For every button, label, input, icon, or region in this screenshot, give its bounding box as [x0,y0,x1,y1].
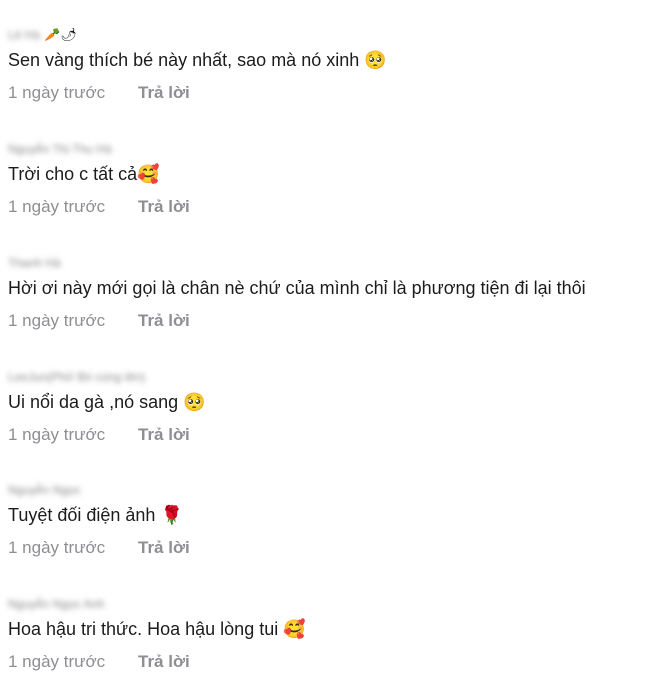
comment-meta: 1 ngày trước Trả lời [8,82,190,104]
comment-author[interactable]: Nguyễn Ngọc [8,481,85,499]
comment-text: Sen vàng thích bé này nhất, sao mà nó xi… [8,50,387,70]
comment-meta: 1 ngày trước Trả lời [8,651,190,673]
comment-author[interactable]: Lê Hà 🥕🌶 [8,26,77,44]
author-emoji-icon: 🥕🌶 [44,27,77,42]
reply-button[interactable]: Trả lời [138,537,190,559]
comment-meta: 1 ngày trước Trả lời [8,424,190,446]
comment-author[interactable]: Thanh Hà [8,254,65,272]
comment-timestamp: 1 ngày trước [8,311,106,330]
author-name-blurred[interactable]: LeeJun(Phở Bò cùng tên) [8,368,145,386]
comment-timestamp: 1 ngày trước [8,652,106,671]
comment-timestamp: 1 ngày trước [8,538,106,557]
comment-text: Hoa hậu tri thức. Hoa hậu lòng tui 🥰 [8,619,306,639]
comment-meta: 1 ngày trước Trả lời [8,537,190,559]
reply-button[interactable]: Trả lời [138,651,190,673]
reply-button[interactable]: Trả lời [138,310,190,332]
comment-author[interactable]: Nguyễn Ngọc Anh [8,595,109,613]
reply-button[interactable]: Trả lời [138,196,190,218]
comment-meta: 1 ngày trước Trả lời [8,310,190,332]
author-name-blurred[interactable]: Lê Hà [8,26,40,44]
author-name-blurred[interactable]: Nguyễn Thị Thu Hà [8,140,112,158]
comment-author[interactable]: Nguyễn Thị Thu Hà [8,140,116,158]
comment-text: Trời cho c tất cả🥰 [8,164,160,184]
comment-author[interactable]: LeeJun(Phở Bò cùng tên) [8,368,149,386]
comment-timestamp: 1 ngày trước [8,197,106,216]
author-name-blurred[interactable]: Nguyễn Ngọc Anh [8,595,105,613]
reply-button[interactable]: Trả lời [138,82,190,104]
comment-text: Tuyệt đối điện ảnh 🌹 [8,505,183,525]
author-name-blurred[interactable]: Thanh Hà [8,254,61,272]
author-name-blurred[interactable]: Nguyễn Ngọc [8,481,81,499]
comment-timestamp: 1 ngày trước [8,83,106,102]
comment-text: Ui nổi da gà ,nó sang 🥺 [8,392,206,412]
comment-timestamp: 1 ngày trước [8,425,106,444]
comment-text: Hời ơi này mới gọi là chân nè chứ của mì… [8,278,586,298]
comment-meta: 1 ngày trước Trả lời [8,196,190,218]
reply-button[interactable]: Trả lời [138,424,190,446]
